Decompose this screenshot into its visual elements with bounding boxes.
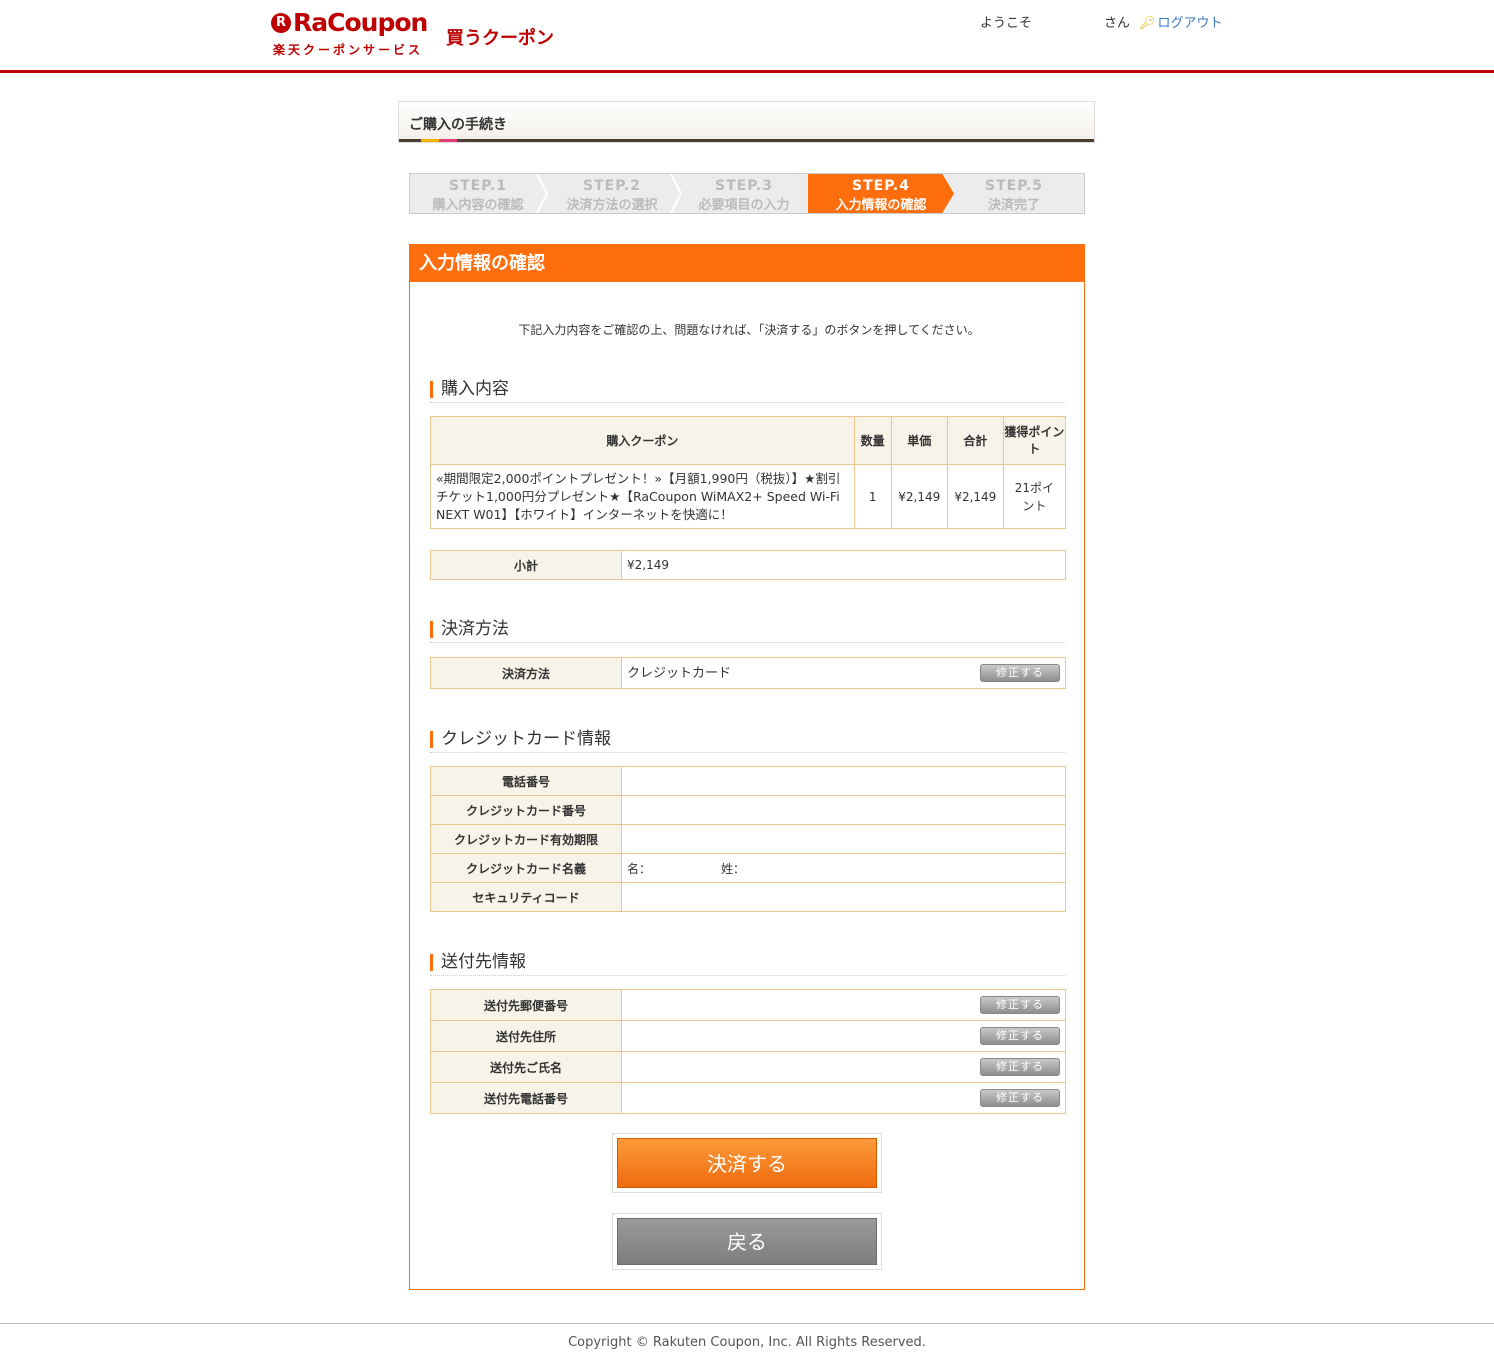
subtotal-label: 小計 [430, 550, 622, 580]
security-code-label: セキュリティコード [430, 882, 622, 912]
subtotal-table: 小計 ¥2,149 [430, 550, 1066, 580]
item-qty: 1 [853, 464, 892, 529]
shipping-name-label: 送付先ご氏名 [430, 1051, 622, 1083]
shipping-name-cell: 修正する [621, 1051, 1066, 1083]
step-sub: 決済完了 [987, 198, 1040, 213]
card-holder-label: クレジットカード名義 [430, 853, 622, 883]
payment-section-title: 決済方法 [430, 619, 1066, 643]
step-2: STEP.2 決済方法の選択 [544, 174, 680, 213]
step-sub: 入力情報の確認 [835, 198, 927, 213]
key-icon: 🔑︎ [1139, 16, 1156, 31]
shipping-table: 送付先郵便番号 修正する 送付先住所 修正する 送付先ご氏名 修正する 送付先電話番号… [430, 989, 1066, 1114]
item-unit-price: ¥2,149 [890, 464, 948, 529]
logout-label: ログアウト [1157, 16, 1223, 31]
intro-text: 下記入力内容をご確認の上、問題なければ、「決済する」のボタンを押してください。 [518, 323, 980, 337]
payment-label: 決済方法 [430, 657, 622, 689]
step-4-active: STEP.4 入力情報の確認 [808, 174, 954, 213]
step-label: STEP.1 [449, 178, 507, 194]
shipping-address-cell: 修正する [621, 1020, 1066, 1052]
col-header-coupon: 購入クーポン [430, 416, 855, 465]
card-expiry-value [621, 824, 1066, 854]
step-label: STEP.3 [715, 178, 773, 194]
edit-phone-button[interactable]: 修正する [980, 1089, 1060, 1107]
payment-value-cell: クレジットカード 修正する [621, 657, 1066, 689]
panel-heading: 入力情報の確認 [410, 245, 1084, 282]
card-table: 電話番号 クレジットカード番号 クレジットカード有効期限 クレジットカード名義 … [430, 766, 1066, 912]
copyright-text: Copyright © Rakuten Coupon, Inc. All Rig… [568, 1335, 926, 1350]
card-number-value [621, 795, 1066, 825]
payment-table: 決済方法 クレジットカード 修正する [430, 657, 1066, 689]
edit-name-button[interactable]: 修正する [980, 1058, 1060, 1076]
step-sub: 決済方法の選択 [566, 198, 658, 213]
procedure-title-bar: ご購入の手続き [398, 101, 1095, 143]
phone-value [621, 766, 1066, 796]
table-row: «期間限定2,000ポイントプレゼント！»【月額1,990円（税抜）】★割引チケ… [430, 464, 1067, 529]
edit-zip-button[interactable]: 修正する [980, 996, 1060, 1014]
shipping-zip-label: 送付先郵便番号 [430, 989, 622, 1021]
underline-accent-pink [439, 139, 457, 142]
col-header-total: 合計 [946, 416, 1004, 465]
step-5: STEP.5 決済完了 [946, 174, 1082, 213]
col-header-points: 獲得ポイント [1002, 416, 1067, 465]
edit-address-button[interactable]: 修正する [980, 1027, 1060, 1045]
shipping-address-label: 送付先住所 [430, 1020, 622, 1052]
honorific-text: さん [1104, 16, 1131, 31]
item-total: ¥2,149 [946, 464, 1004, 529]
underline-accent-yellow [421, 139, 439, 142]
racoupon-logo[interactable]: R RaCoupon 楽天クーポンサービス [271, 8, 428, 57]
shipping-phone-cell: 修正する [621, 1082, 1066, 1114]
last-name-label: 姓： [721, 861, 746, 876]
step-1: STEP.1 購入内容の確認 [410, 174, 546, 213]
card-number-label: クレジットカード番号 [430, 795, 622, 825]
welcome-text: ようこそ [980, 16, 1033, 31]
payment-value: クレジットカード [627, 665, 732, 681]
title-underline [399, 139, 1094, 142]
site-header: R RaCoupon 楽天クーポンサービス 買うクーポン ようこそ さん 🔑︎ ログ… [0, 0, 1494, 73]
service-name: 買うクーポン [446, 28, 554, 49]
footer: Copyright © Rakuten Coupon, Inc. All Rig… [0, 1323, 1494, 1350]
procedure-title: ご購入の手続き [409, 117, 507, 133]
shipping-zip-cell: 修正する [621, 989, 1066, 1021]
col-header-qty: 数量 [853, 416, 892, 465]
step-label: STEP.4 [852, 178, 910, 194]
shipping-phone-label: 送付先電話番号 [430, 1082, 622, 1114]
step-label: STEP.5 [985, 178, 1043, 194]
logout-link[interactable]: 🔑︎ ログアウト [1139, 12, 1223, 31]
step-sub: 購入内容の確認 [432, 198, 524, 213]
card-section-title: クレジットカード情報 [430, 729, 1066, 753]
logo-mark-icon: R [271, 13, 291, 33]
security-code-value [621, 882, 1066, 912]
step-sub: 必要項目の入力 [698, 198, 790, 213]
phone-label: 電話番号 [430, 766, 622, 796]
step-progress: STEP.1 購入内容の確認 STEP.2 決済方法の選択 STEP.3 必要項… [409, 173, 1085, 214]
edit-payment-button[interactable]: 修正する [980, 664, 1060, 682]
purchase-table: 購入クーポン 数量 単価 合計 獲得ポイント «期間限定2,000ポイントプレゼ… [430, 416, 1067, 529]
col-header-unit: 単価 [890, 416, 948, 465]
subtotal-value: ¥2,149 [621, 550, 1066, 580]
item-points: 21ポイント [1002, 464, 1067, 529]
logo-subtitle: 楽天クーポンサービス [273, 43, 424, 57]
card-expiry-label: クレジットカード有効期限 [430, 824, 622, 854]
coupon-name: «期間限定2,000ポイントプレゼント！»【月額1,990円（税抜）】★割引チケ… [430, 464, 855, 529]
purchase-section-title: 購入内容 [430, 379, 1066, 403]
pay-button-frame: 決済する [612, 1133, 882, 1193]
pay-button[interactable]: 決済する [617, 1138, 877, 1188]
logo-text: RaCoupon [293, 8, 428, 37]
step-3: STEP.3 必要項目の入力 [676, 174, 812, 213]
step-label: STEP.2 [583, 178, 641, 194]
shipping-section-title: 送付先情報 [430, 952, 1066, 976]
first-name-label: 名： [627, 861, 652, 876]
card-holder-value: 名： 姓： [621, 853, 1066, 883]
confirmation-panel: 入力情報の確認 下記入力内容をご確認の上、問題なければ、「決済する」のボタンを押… [409, 244, 1085, 1290]
back-button-frame: 戻る [612, 1213, 882, 1270]
back-button[interactable]: 戻る [617, 1218, 877, 1265]
